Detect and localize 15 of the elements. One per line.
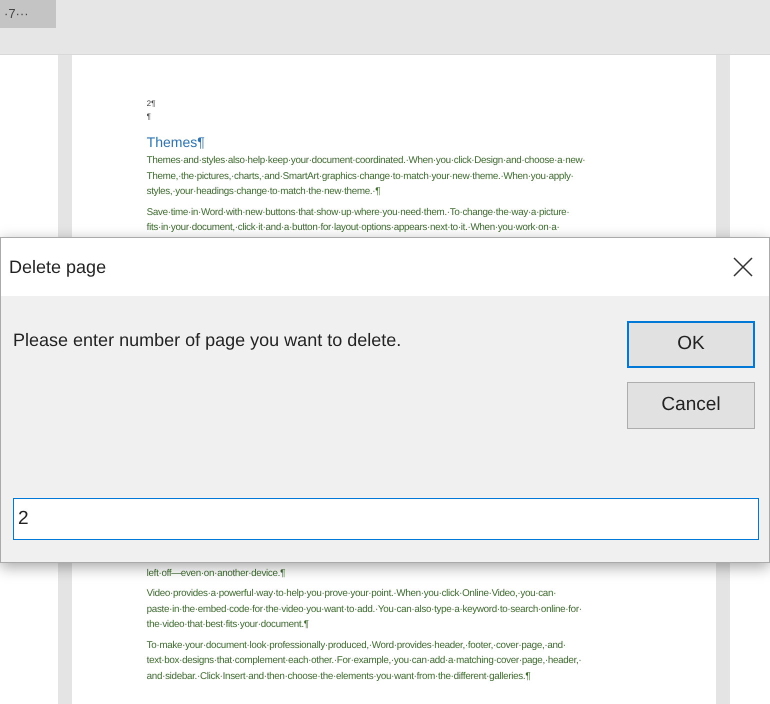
dialog-button[interactable]: Cancel [627, 382, 755, 429]
paragraph: Themes·and·styles·also·help·keep·your·document·coordinated.·When·you·click·Design·and·choose·a·new· Theme,·the·pictures,·charts,·and·SmartArt·graphics·change·to·match·your·new·theme.·When·you·apply· styles,·your·headings·change·to·match·the·new·theme.·¶ [146, 154, 586, 199]
paragraph: To·make·your·document·look·professionally·produced,·Word·provides·header,·footer,·cover·page,·and· text·box·designs·that·complement·each·other.·For·example,·you·can·add·a·matching·cover·page,·header,· and·sidebar.·Click·Insert·and·then·choose·the·elements·you·want·from·the·different·galleries.¶ [146, 638, 582, 684]
paragraph: Video·provides·a·powerful·way·to·help·you·prove·your·point.·When·you·click·Online·Video,·you·can· paste·in·the·embed·code·for·the·video·you·want·to·add.·You·can·also·type·a·keyword·to·search·online·for· the·video·that·best·fits·your·document.¶ [146, 587, 582, 632]
paragraph: left·off—even·on·another·device.¶ [146, 566, 286, 580]
paragraph: Save·time·in·Word·with·new·buttons·that·show·up·where·you·need·them.·To·change·the·way·a·picture· fits·in·your·document,·click·it·and·a·button·for·layout·options·appears·next·to·it.·When·you·work·on·a· [146, 206, 570, 235]
paragraph-mark: 2¶ [146, 98, 156, 110]
ruler-marker: ·7··· [0, 0, 56, 28]
dialog-title: Delete page [9, 256, 106, 279]
dialog-message: Please enter number of page you want to delete. [13, 329, 402, 352]
paragraph-mark: ¶ [146, 111, 152, 123]
page-number-field[interactable]: 2 [13, 498, 759, 540]
close-icon [733, 257, 753, 277]
heading: Themes¶ [146, 133, 205, 152]
dialog-button[interactable]: OK [627, 321, 755, 368]
